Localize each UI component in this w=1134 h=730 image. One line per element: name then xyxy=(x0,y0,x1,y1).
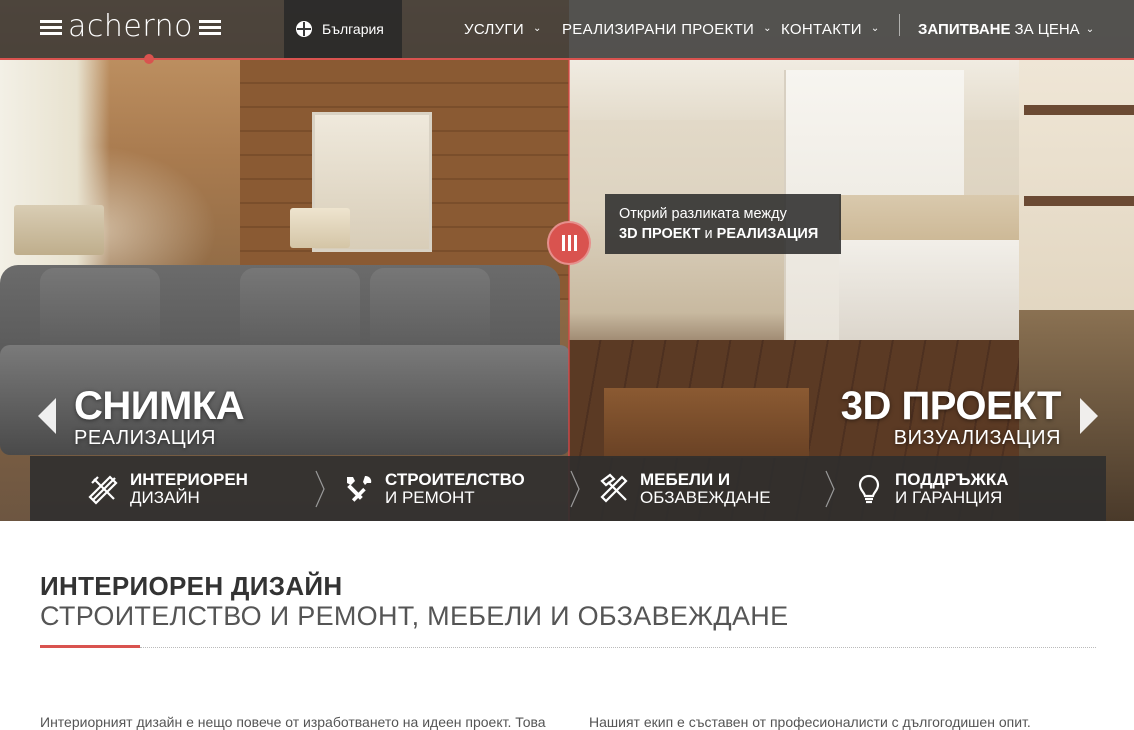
service-line2: И РЕМОНТ xyxy=(385,488,475,507)
intro-section: ИНТЕРИОРЕН ДИЗАЙН СТРОИТЕЛСТВО И РЕМОНТ,… xyxy=(0,521,1134,730)
chevron-down-icon: ⌄ xyxy=(763,22,772,34)
country-label: България xyxy=(322,21,384,37)
tooltip-line2: 3D ПРОЕКТ и РЕАЛИЗАЦИЯ xyxy=(619,224,827,244)
next-arrow-icon[interactable] xyxy=(1080,398,1098,434)
kitchen-counter xyxy=(839,240,1039,340)
country-selector[interactable]: България xyxy=(284,0,402,58)
wall-shelf xyxy=(1024,105,1134,115)
wall-shelf xyxy=(1024,196,1134,206)
service-interior-design[interactable]: ИНТЕРИОРЕН ДИЗАЙН xyxy=(30,456,285,521)
nav-label: КОНТАКТИ xyxy=(781,20,862,38)
service-line1: ПОДДРЪЖКА xyxy=(895,470,1009,489)
active-indicator-dot xyxy=(144,54,154,64)
caption-3d: 3D ПРОЕКТ ВИЗУАЛИЗАЦИЯ xyxy=(840,384,1062,449)
section-title: ИНТЕРИОРЕН ДИЗАЙН xyxy=(40,571,343,601)
nav-label: УСЛУГИ xyxy=(464,20,524,38)
intro-paragraph-left: Интериорният дизайн е нещо повече от изр… xyxy=(40,714,546,730)
prev-arrow-icon[interactable] xyxy=(38,398,56,434)
nav-item-projects[interactable]: РЕАЛИЗИРАНИ ПРОЕКТИ ⌄ xyxy=(562,0,772,58)
tooltip-bold-realization: РЕАЛИЗАЦИЯ xyxy=(716,226,819,242)
tooltip-and: и xyxy=(700,226,717,242)
caption-photo-title: СНИМКА xyxy=(74,384,245,428)
cta-rest: ЗА ЦЕНА xyxy=(1014,20,1080,38)
section-subtitle: СТРОИТЕЛСТВО И РЕМОНТ, МЕБЕЛИ И ОБЗАВЕЖД… xyxy=(40,601,789,631)
chevron-down-icon: ⌄ xyxy=(532,22,542,34)
caption-photo: СНИМКА РЕАЛИЗАЦИЯ xyxy=(74,384,245,449)
compare-handle[interactable] xyxy=(547,221,591,265)
cta-bold: ЗАПИТВАНЕ xyxy=(918,20,1011,38)
compare-tooltip: Открий разликата между 3D ПРОЕКТ и РЕАЛИ… xyxy=(605,194,841,254)
top-navigation-bar: acherno България УСЛУГИ ⌄ РЕАЛИЗИРАНИ ПРО… xyxy=(0,0,1134,58)
nav-label: РЕАЛИЗИРАНИ ПРОЕКТИ xyxy=(562,20,755,38)
service-line1: МЕБЕЛИ И xyxy=(640,470,731,489)
lightbulb-icon xyxy=(858,474,880,504)
hero-slider[interactable]: Открий разликата между 3D ПРОЕКТ и РЕАЛИ… xyxy=(0,0,1134,521)
chevron-down-icon: ⌄ xyxy=(870,22,880,34)
service-text: СТРОИТЕЛСТВО И РЕМОНТ xyxy=(385,471,525,507)
logo-bars-right-icon xyxy=(199,19,222,35)
service-furniture[interactable]: МЕБЕЛИ И ОБЗАВЕЖДАНЕ xyxy=(540,456,795,521)
service-line1: СТРОИТЕЛСТВО xyxy=(385,470,525,489)
service-line1: ИНТЕРИОРЕН xyxy=(130,470,248,489)
floor-lamp xyxy=(14,205,104,255)
service-support[interactable]: ПОДДРЪЖКА И ГАРАНЦИЯ xyxy=(795,456,1050,521)
nav-item-services[interactable]: УСЛУГИ ⌄ xyxy=(464,0,542,58)
service-text: ИНТЕРИОРЕН ДИЗАЙН xyxy=(130,471,248,507)
grip-bar xyxy=(573,235,577,251)
grip-bar xyxy=(561,235,565,251)
service-line2: И ГАРАНЦИЯ xyxy=(895,488,1003,507)
tooltip-bold-3d: 3D ПРОЕКТ xyxy=(619,226,701,242)
tooltip-line1: Открий разликата между xyxy=(619,206,787,222)
intro-paragraph-right: Нашият екип е съставен от професионалист… xyxy=(589,714,1031,730)
title-underline xyxy=(40,645,140,648)
caption-photo-subtitle: РЕАЛИЗАЦИЯ xyxy=(74,427,216,449)
hammer-saw-icon xyxy=(600,473,628,503)
table-lamp xyxy=(290,208,350,248)
pencil-ruler-icon xyxy=(88,475,118,505)
service-line2: ОБЗАВЕЖДАНЕ xyxy=(640,488,771,507)
service-construction[interactable]: СТРОИТЕЛСТВО И РЕМОНТ xyxy=(285,456,540,521)
coffee-table xyxy=(604,388,809,458)
grip-bar xyxy=(567,235,571,251)
nav-item-contacts[interactable]: КОНТАКТИ ⌄ xyxy=(781,0,880,58)
service-text: ПОДДРЪЖКА И ГАРАНЦИЯ xyxy=(895,471,1009,507)
service-line2: ДИЗАЙН xyxy=(130,488,200,507)
chevron-down-icon: ⌄ xyxy=(1085,23,1095,35)
brand-logo[interactable]: acherno xyxy=(40,9,222,44)
accent-line xyxy=(0,58,1134,60)
caption-3d-subtitle: ВИЗУАЛИЗАЦИЯ xyxy=(893,427,1061,449)
logo-text: acherno xyxy=(68,9,194,44)
caption-3d-title: 3D ПРОЕКТ xyxy=(840,384,1062,428)
services-bar: ИНТЕРИОРЕН ДИЗАЙН СТРОИТЕЛСТВО И РЕМОНТ xyxy=(30,456,1106,521)
quote-request-button[interactable]: ЗАПИТВАНЕ ЗА ЦЕНА ⌄ xyxy=(918,0,1094,58)
service-text: МЕБЕЛИ И ОБЗАВЕЖДАНЕ xyxy=(640,471,771,507)
dotted-divider xyxy=(140,647,1096,648)
logo-bars-left-icon xyxy=(40,19,62,35)
nav-divider xyxy=(899,14,900,36)
tools-icon xyxy=(347,476,372,502)
backsplash xyxy=(839,195,1039,240)
compare-divider[interactable] xyxy=(568,60,570,521)
globe-icon xyxy=(296,21,312,37)
